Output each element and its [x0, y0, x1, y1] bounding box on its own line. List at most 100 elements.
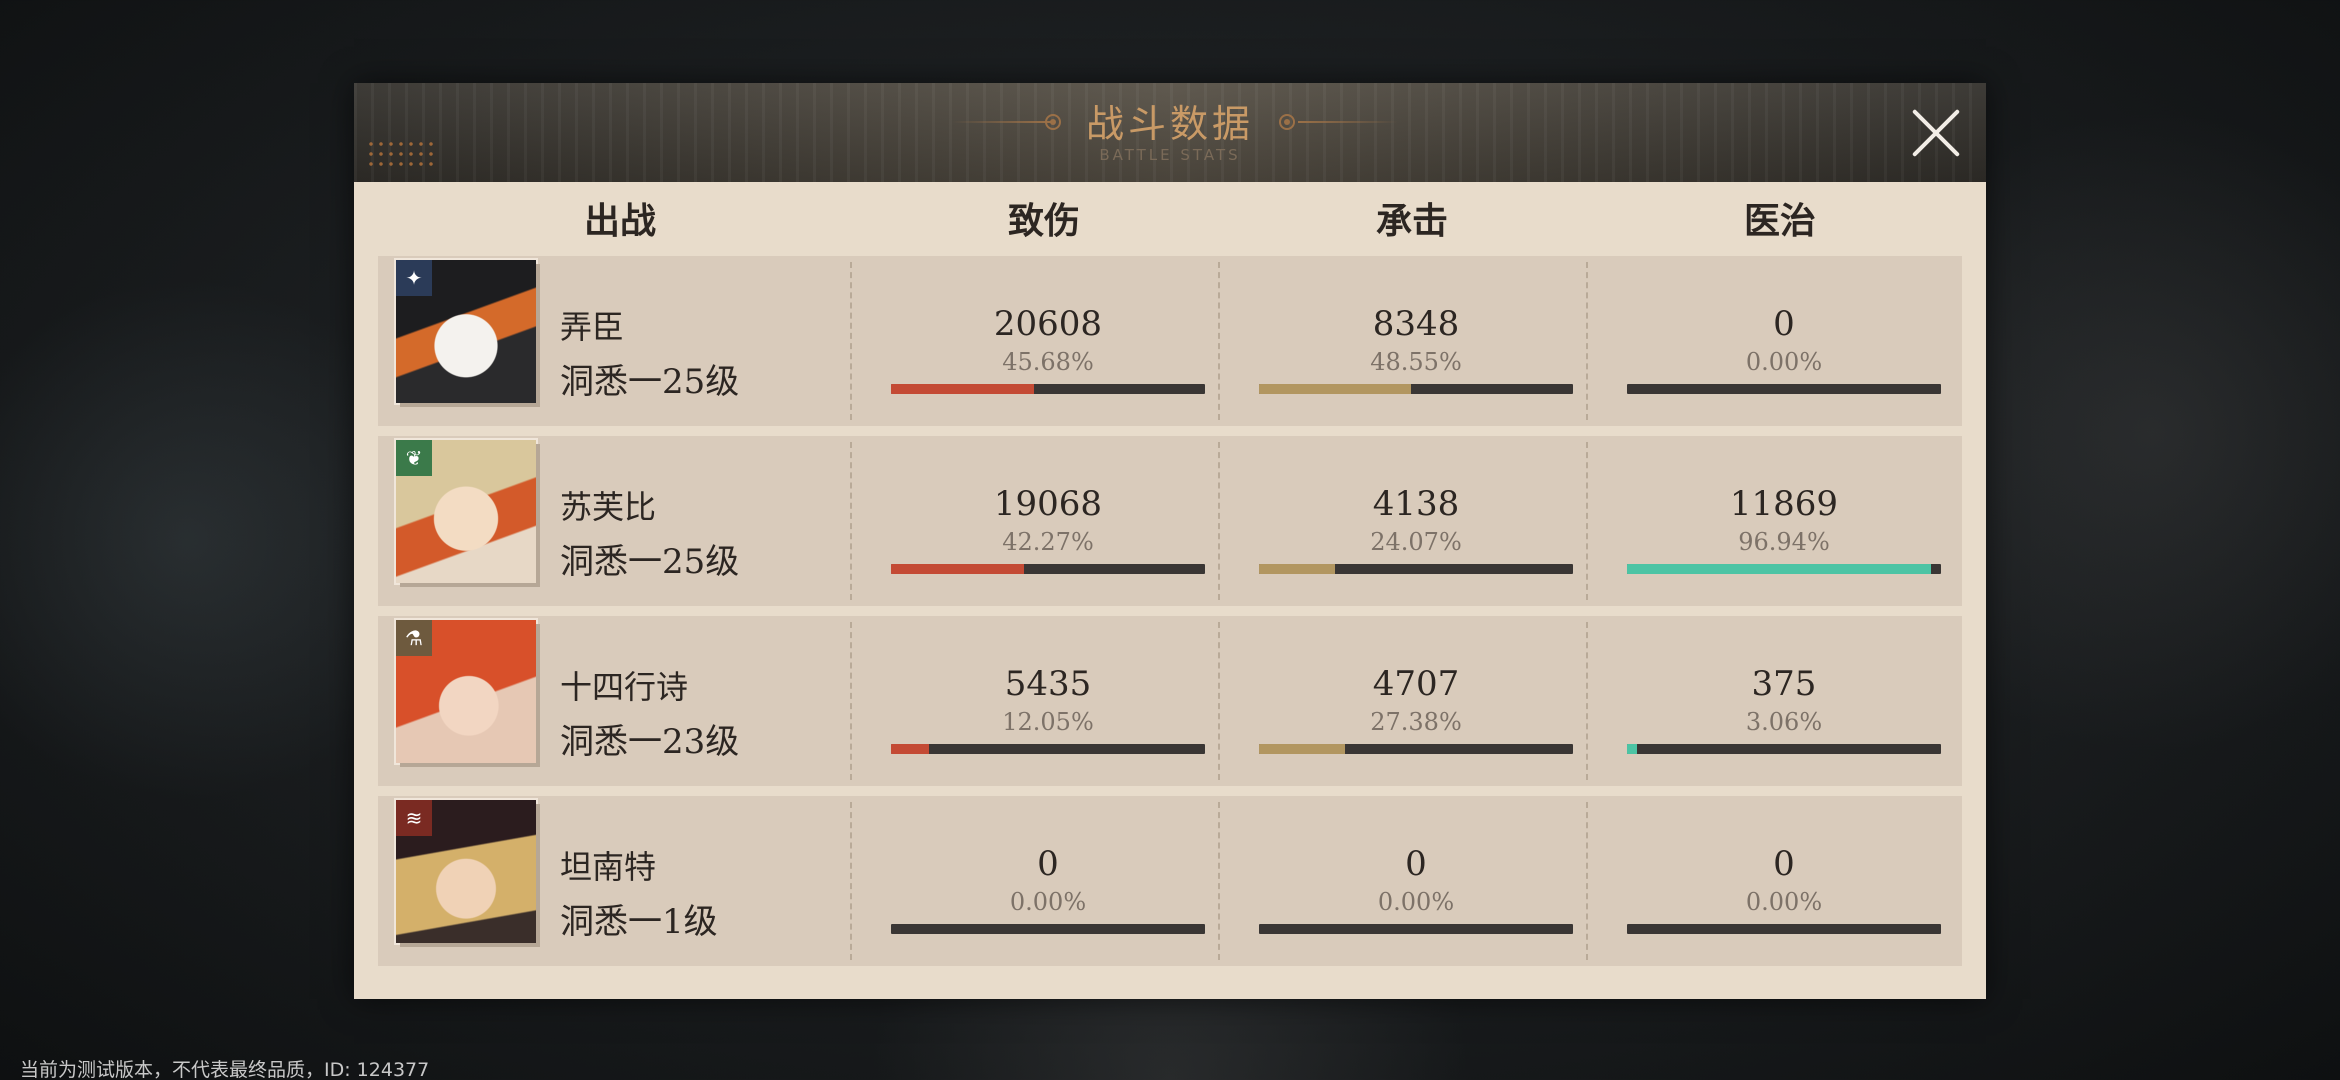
title-wrap: 战斗数据 BATTLE STATS	[354, 93, 1986, 164]
healing-value: 0	[1773, 304, 1795, 344]
healing-stat: 375 3.06%	[1627, 616, 1941, 786]
panel-title: 战斗数据	[1085, 102, 1254, 146]
character-portrait[interactable]: ✦	[396, 260, 536, 403]
damage-bar-fill	[891, 564, 1024, 574]
healing-bar-fill	[1627, 564, 1932, 574]
leaf-icon: ❦	[396, 440, 432, 476]
character-portrait[interactable]: ≋	[396, 800, 536, 943]
column-separator	[1586, 442, 1588, 600]
column-separator	[1218, 802, 1220, 960]
character-level: 洞悉一1级	[560, 902, 718, 942]
column-separator	[1218, 622, 1220, 780]
healing-value: 0	[1773, 844, 1795, 884]
healing-bar	[1627, 924, 1941, 934]
column-separator	[850, 802, 852, 960]
tanking-percent: 0.00%	[1377, 888, 1455, 916]
damage-percent: 12.05%	[1002, 708, 1094, 736]
damage-value: 19068	[993, 484, 1103, 524]
column-separator	[1586, 622, 1588, 780]
title-ornament-right	[1298, 121, 1398, 123]
character-name: 十四行诗	[560, 668, 689, 706]
title-ornament-dot-right	[1279, 114, 1295, 130]
tanking-value: 8348	[1372, 304, 1460, 344]
tanking-stat: 8348 48.55%	[1259, 256, 1573, 426]
character-row: ≋ 坦南特 洞悉一1级 0 0.00% 0 0.00% 0 0.00%	[378, 796, 1962, 966]
tanking-value: 4138	[1372, 484, 1460, 524]
healing-percent: 3.06%	[1745, 708, 1823, 736]
healing-bar	[1627, 744, 1941, 754]
column-header-deploy: 出战	[583, 200, 656, 242]
tanking-percent: 27.38%	[1370, 708, 1462, 736]
column-separator	[1218, 262, 1220, 420]
sparkle-icon: ✦	[396, 260, 432, 296]
tanking-percent: 48.55%	[1370, 348, 1462, 376]
healing-percent: 0.00%	[1745, 888, 1823, 916]
character-level: 洞悉一25级	[560, 362, 740, 402]
tanking-bar	[1259, 564, 1573, 574]
tanking-bar-fill	[1259, 564, 1335, 574]
tanking-bar-fill	[1259, 744, 1345, 754]
damage-bar	[891, 384, 1205, 394]
healing-percent: 0.00%	[1745, 348, 1823, 376]
character-name: 苏芙比	[560, 488, 657, 526]
damage-percent: 45.68%	[1002, 348, 1094, 376]
character-name: 坦南特	[560, 848, 657, 886]
character-name: 弄臣	[560, 308, 625, 346]
column-header-damage: 致伤	[1007, 200, 1080, 242]
column-separator	[1218, 442, 1220, 600]
column-separator	[850, 262, 852, 420]
healing-bar	[1627, 384, 1941, 394]
column-separator	[1586, 262, 1588, 420]
tanking-bar	[1259, 384, 1573, 394]
tanking-value: 0	[1405, 844, 1427, 884]
character-level: 洞悉一23级	[560, 722, 740, 762]
flask-icon: ⚗	[396, 620, 432, 656]
damage-bar-fill	[891, 744, 929, 754]
character-portrait[interactable]: ⚗	[396, 620, 536, 763]
healing-bar-fill	[1627, 744, 1637, 754]
tanking-percent: 24.07%	[1370, 528, 1462, 556]
battle-stats-panel: 战斗数据 BATTLE STATS 出战 致伤 承击 医治 ✦ 弄臣 洞悉一25…	[354, 83, 1986, 999]
healing-stat: 0 0.00%	[1627, 796, 1941, 966]
healing-value: 11869	[1729, 484, 1839, 524]
column-header-tanking: 承击	[1375, 200, 1448, 242]
damage-percent: 42.27%	[1002, 528, 1094, 556]
column-headers: 出战 致伤 承击 医治	[354, 182, 1986, 256]
test-version-note: 当前为测试版本，不代表最终品质，ID: 124377	[20, 1059, 430, 1080]
healing-bar	[1627, 564, 1941, 574]
damage-bar	[891, 924, 1205, 934]
damage-value: 20608	[993, 304, 1103, 344]
column-separator	[1586, 802, 1588, 960]
character-row: ⚗ 十四行诗 洞悉一23级 5435 12.05% 4707 27.38% 37…	[378, 616, 1962, 786]
character-portrait[interactable]: ❦	[396, 440, 536, 583]
tanking-bar	[1259, 924, 1573, 934]
column-separator	[850, 442, 852, 600]
column-separator	[850, 622, 852, 780]
tanking-stat: 4138 24.07%	[1259, 436, 1573, 606]
close-icon[interactable]	[1908, 105, 1964, 161]
healing-percent: 96.94%	[1738, 528, 1830, 556]
claw-icon: ≋	[396, 800, 432, 836]
column-header-healing: 医治	[1743, 200, 1816, 242]
character-row: ✦ 弄臣 洞悉一25级 20608 45.68% 8348 48.55% 0 0…	[378, 256, 1962, 426]
character-row: ❦ 苏芙比 洞悉一25级 19068 42.27% 4138 24.07% 11…	[378, 436, 1962, 606]
damage-value: 0	[1037, 844, 1059, 884]
damage-stat: 20608 45.68%	[891, 256, 1205, 426]
character-level: 洞悉一25级	[560, 542, 740, 582]
healing-value: 375	[1751, 664, 1817, 704]
damage-stat: 5435 12.05%	[891, 616, 1205, 786]
damage-stat: 0 0.00%	[891, 796, 1205, 966]
tanking-bar	[1259, 744, 1573, 754]
damage-bar	[891, 744, 1205, 754]
healing-stat: 11869 96.94%	[1627, 436, 1941, 606]
healing-stat: 0 0.00%	[1627, 256, 1941, 426]
tanking-stat: 4707 27.38%	[1259, 616, 1573, 786]
damage-percent: 0.00%	[1009, 888, 1087, 916]
damage-stat: 19068 42.27%	[891, 436, 1205, 606]
tanking-value: 4707	[1372, 664, 1460, 704]
damage-value: 5435	[1004, 664, 1092, 704]
panel-header: 战斗数据 BATTLE STATS	[354, 83, 1986, 182]
panel-subtitle: BATTLE STATS	[1099, 146, 1241, 164]
damage-bar-fill	[891, 384, 1035, 394]
tanking-bar-fill	[1259, 384, 1412, 394]
